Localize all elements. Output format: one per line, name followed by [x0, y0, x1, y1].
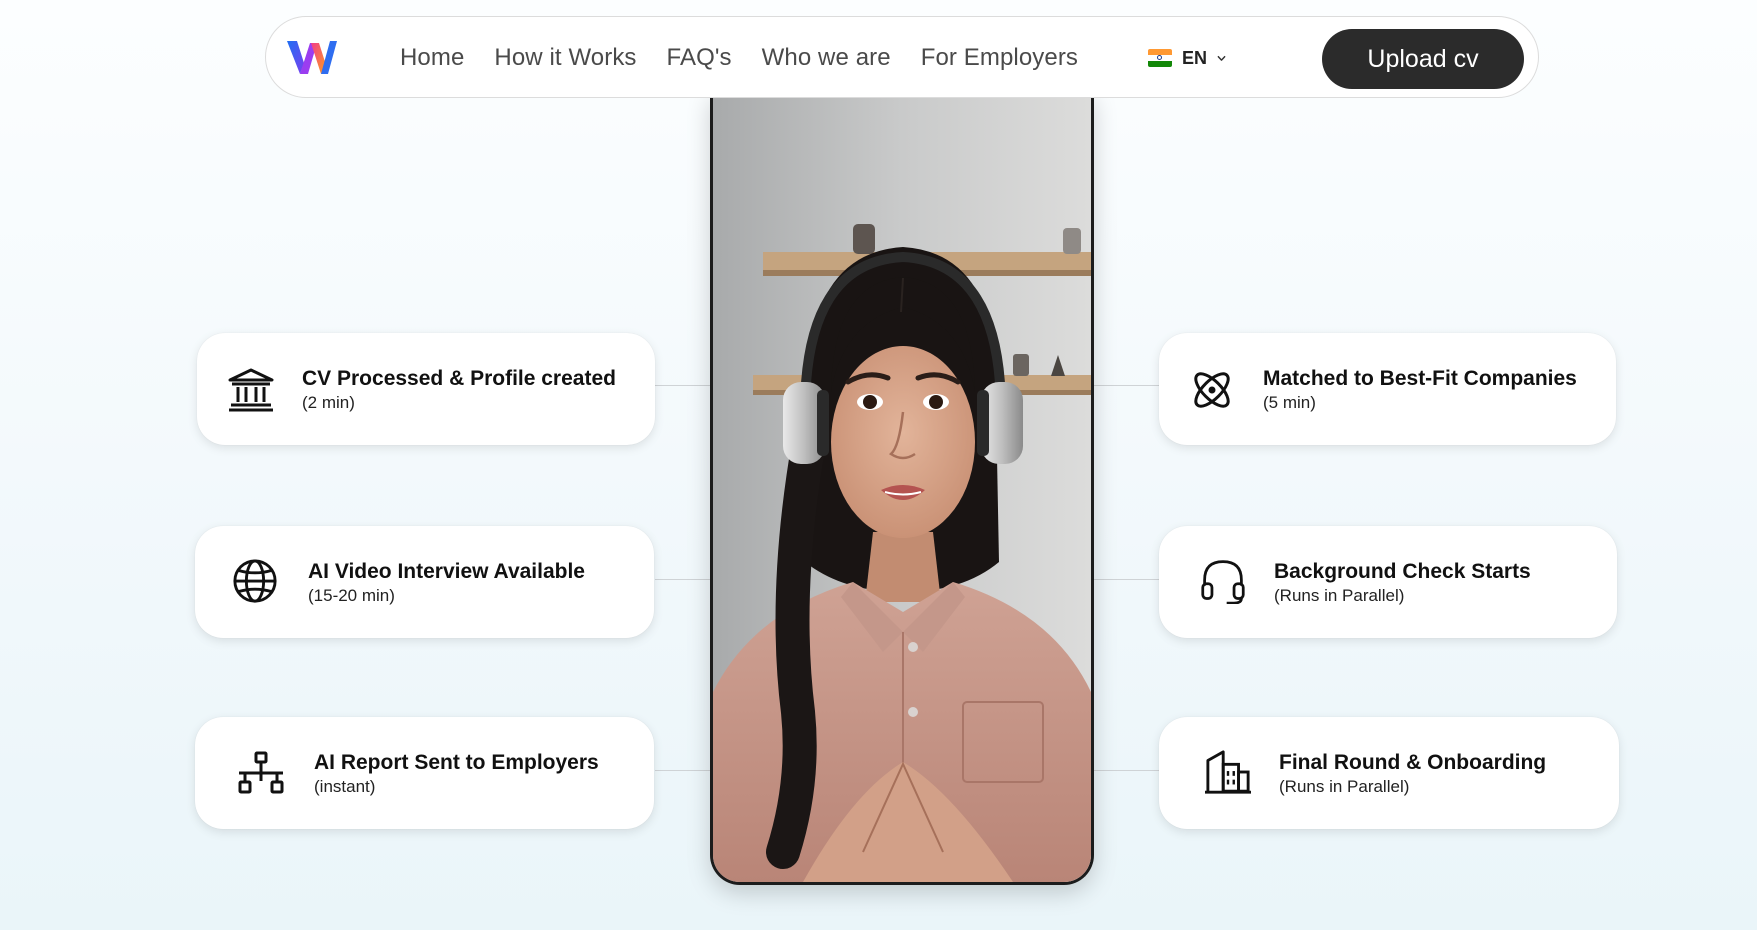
nav-who-we-are[interactable]: Who we are	[762, 44, 891, 72]
language-code: EN	[1182, 47, 1208, 68]
step-title: CV Processed & Profile created	[302, 367, 616, 390]
step-card-ai-report: AI Report Sent to Employers (instant)	[195, 717, 654, 829]
chevron-down-icon	[1217, 55, 1226, 61]
nav-how-it-works[interactable]: How it Works	[494, 44, 636, 72]
nav-for-employers[interactable]: For Employers	[921, 44, 1078, 72]
step-duration: (15-20 min)	[308, 586, 395, 605]
step-card-background-check: Background Check Starts (Runs in Paralle…	[1159, 526, 1617, 638]
connector-line	[655, 579, 711, 580]
step-duration: (2 min)	[302, 393, 355, 412]
headphones-icon	[1201, 560, 1245, 604]
step-card-matched: Matched to Best-Fit Companies (5 min)	[1159, 333, 1616, 445]
step-duration: (Runs in Parallel)	[1279, 777, 1410, 796]
step-duration: (5 min)	[1263, 393, 1316, 412]
step-title: Final Round & Onboarding	[1279, 751, 1547, 774]
step-title: Matched to Best-Fit Companies	[1263, 367, 1577, 390]
interview-video[interactable]	[710, 92, 1094, 885]
w-logo-icon[interactable]	[286, 37, 338, 77]
nav-faqs[interactable]: FAQ's	[667, 44, 732, 72]
step-duration: (Runs in Parallel)	[1274, 586, 1405, 605]
step-title: AI Video Interview Available	[308, 560, 585, 583]
connector-line	[1093, 385, 1159, 386]
top-navbar: Home How it Works FAQ's Who we are For E…	[265, 16, 1539, 98]
step-card-cv-processed: CV Processed & Profile created (2 min)	[197, 333, 655, 445]
india-flag-icon	[1148, 49, 1172, 67]
step-title: AI Report Sent to Employers	[314, 751, 599, 774]
connector-line	[655, 385, 711, 386]
globe-icon	[233, 559, 277, 603]
upload-cv-button[interactable]: Upload cv	[1322, 29, 1524, 89]
atom-icon	[1194, 372, 1230, 408]
connector-line	[1093, 579, 1159, 580]
step-duration: (instant)	[314, 777, 376, 796]
network-icon	[238, 751, 284, 794]
step-title: Background Check Starts	[1274, 560, 1531, 583]
bank-icon	[228, 368, 274, 412]
language-selector[interactable]: EN	[1148, 17, 1226, 99]
connector-line	[655, 770, 711, 771]
nav-links: Home How it Works FAQ's Who we are For E…	[400, 17, 1108, 99]
interview-video-frame	[713, 92, 1091, 882]
step-card-final-round: Final Round & Onboarding (Runs in Parall…	[1159, 717, 1619, 829]
step-card-ai-video-interview: AI Video Interview Available (15-20 min)	[195, 526, 654, 638]
building-icon	[1205, 750, 1251, 794]
connector-line	[1093, 770, 1159, 771]
nav-home[interactable]: Home	[400, 44, 464, 72]
